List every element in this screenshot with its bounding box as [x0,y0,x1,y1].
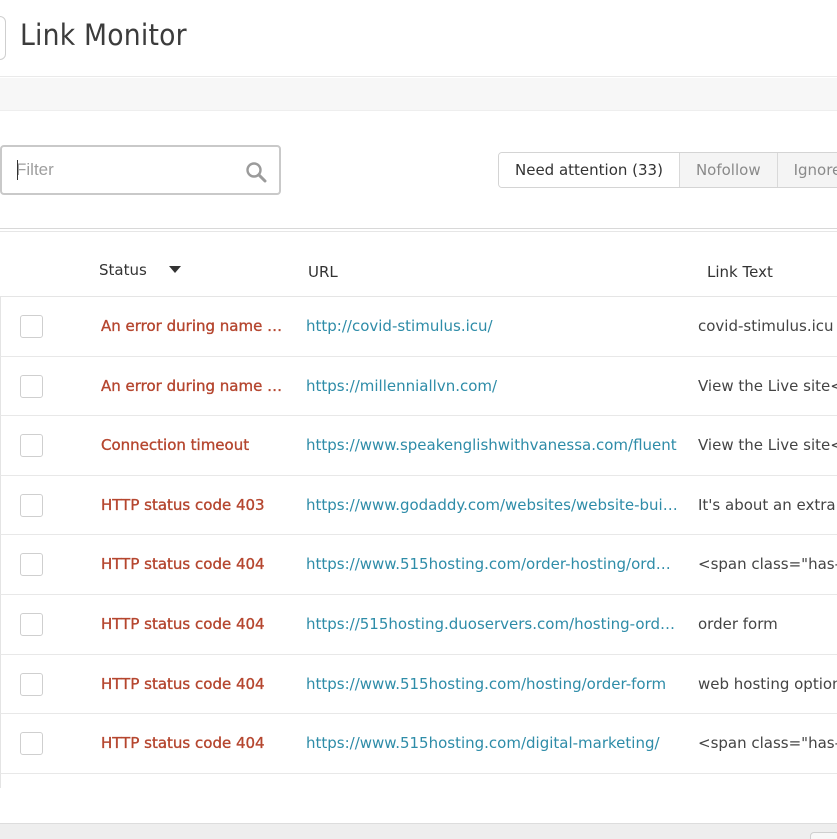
row-link-text: View the Live site<span [698,376,837,395]
row-status: An error during name resolution [101,317,285,335]
row-status: Connection timeout [101,436,250,455]
row-status: HTTP status code 404 [101,555,265,574]
row-checkbox[interactable] [20,732,43,756]
row-link-text: <span class="has-in [698,734,837,753]
table-row: Connection timeout https://www.speakengl… [0,416,837,476]
row-url-link[interactable]: https://www.515hosting.com/order-hosting… [306,555,678,573]
row-checkbox[interactable] [20,493,43,517]
back-tab[interactable] [0,16,6,60]
table-row: An error during name resolution http://c… [0,297,837,357]
row-url-link[interactable]: https://515hosting.duoservers.com/hostin… [306,615,678,633]
footer-bar [0,823,837,839]
header-band [0,78,837,111]
row-checkbox[interactable] [20,434,43,458]
row-url-link[interactable]: http://covid-stimulus.icu/ [306,317,678,335]
table-row: HTTP status code 404 https://515hosting.… [0,594,837,655]
row-checkbox[interactable] [20,315,43,338]
table-row: HTTP status code 404 https://www.515host… [0,714,837,774]
row-status: HTTP status code 404 [101,674,265,693]
table-row-partial [0,773,837,788]
row-url-link[interactable]: https://www.515hosting.com/digital-marke… [306,734,678,752]
filter-box [0,145,281,195]
column-header-status[interactable]: Status [99,261,147,279]
table-header: Status URL Link Text [0,232,837,297]
tab-ignored[interactable]: Ignored [776,153,837,187]
table-row: HTTP status code 404 https://www.515host… [0,535,837,595]
row-url-link[interactable]: https://www.515hosting.com/hosting/order… [306,675,678,693]
row-url-link[interactable]: https://millenniallvn.com/ [306,377,678,395]
table-body: An error during name resolution http://c… [0,297,837,788]
row-status: HTTP status code 403 [101,495,265,514]
row-checkbox[interactable] [20,553,43,577]
row-checkbox[interactable] [20,374,43,398]
table-row: HTTP status code 403 https://www.godaddy… [0,475,837,536]
row-status: HTTP status code 404 [101,614,265,633]
page-header: Link Monitor [0,0,837,77]
filter-input[interactable] [2,147,232,193]
row-url-link[interactable]: https://www.godaddy.com/websites/website… [306,496,678,514]
row-status: An error during name resolution [101,376,285,395]
tab-nofollow[interactable]: Nofollow [678,153,777,187]
table-row: HTTP status code 404 https://www.515host… [0,654,837,715]
table-bottom-space [0,790,837,823]
column-header-url[interactable]: URL [308,263,338,281]
search-icon[interactable] [245,161,267,183]
row-link-text: <span class="has-in [698,555,837,574]
row-link-text: web hosting options [698,674,837,693]
footer-button[interactable] [810,832,837,839]
row-link-text: covid-stimulus.icu [698,317,834,335]
row-checkbox[interactable] [20,612,43,636]
sort-desc-icon[interactable] [169,266,181,273]
tab-need-attention[interactable]: Need attention (33) [499,153,679,187]
row-url-link[interactable]: https://www.speakenglishwithvanessa.com/… [306,436,678,454]
page-title: Link Monitor [20,18,187,52]
row-checkbox[interactable] [20,672,43,696]
view-tabs: Need attention (33) Nofollow Ignored [498,152,837,188]
table-row: An error during name resolution https://… [0,356,837,417]
row-link-text: It's about an extra S [698,495,837,514]
column-header-link-text[interactable]: Link Text [707,263,773,281]
row-link-text: View the Live site<span [698,436,837,455]
text-caret [17,160,18,180]
row-link-text: order form [698,614,778,633]
row-status: HTTP status code 404 [101,734,265,753]
